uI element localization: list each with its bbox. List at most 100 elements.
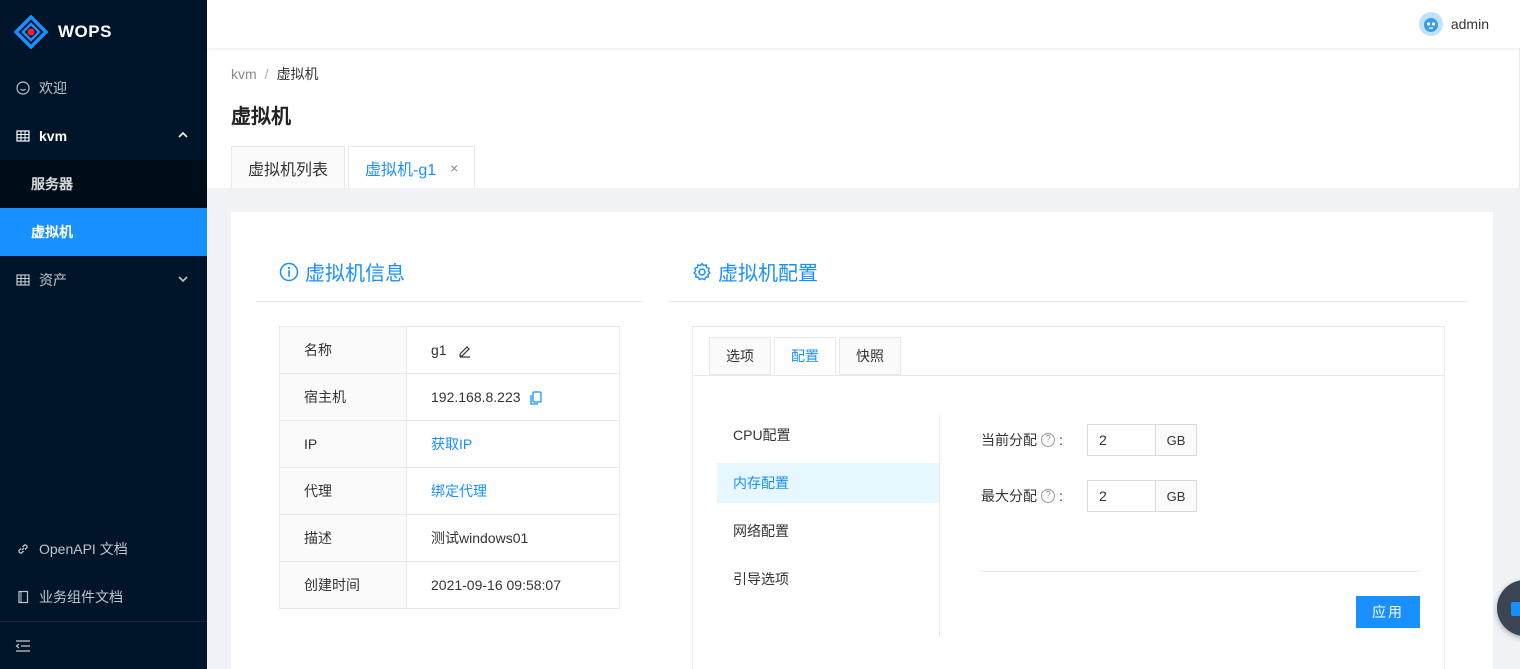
- tab-vm-g1[interactable]: 虚拟机-g1 ×: [348, 146, 476, 188]
- input-group: GB: [1087, 480, 1197, 512]
- table-row: 名称 g1: [279, 326, 620, 374]
- book-icon: [15, 589, 31, 605]
- menu-item-label: CPU配置: [733, 427, 791, 443]
- menu-item-label: 网络配置: [733, 523, 789, 539]
- info-value-host: 192.168.8.223: [406, 373, 620, 421]
- tab-label: 快照: [856, 348, 884, 364]
- app-name: WOPS: [58, 22, 112, 41]
- bind-proxy-link[interactable]: 绑定代理: [406, 467, 620, 515]
- max-label: 最大分配: [981, 488, 1037, 504]
- vm-info-title: 虚拟机信息: [279, 257, 405, 286]
- info-circle-icon: [279, 262, 299, 281]
- divider: [980, 571, 1420, 572]
- tab-label: 配置: [791, 348, 819, 364]
- tab-bar-line: [693, 375, 1444, 376]
- sidebar-item-label: OpenAPI 文档: [39, 541, 128, 557]
- gear-icon: [693, 262, 711, 280]
- sidebar-item-servers[interactable]: 服务器: [0, 160, 207, 208]
- edit-icon[interactable]: [458, 344, 472, 358]
- menu-item-label: 内存配置: [733, 475, 789, 491]
- tab-vm-list[interactable]: 虚拟机列表: [231, 146, 346, 188]
- table-row: 宿主机 192.168.8.223: [279, 373, 620, 421]
- tab-label: 选项: [726, 348, 754, 364]
- info-key: 代理: [279, 467, 407, 515]
- tab-label: 虚拟机-g1: [365, 161, 437, 179]
- tab-snapshot[interactable]: 快照: [839, 337, 901, 375]
- content-card: 虚拟机信息 名称 g1 宿主机 192.168.8.223 IP 获取IP 代理…: [231, 212, 1493, 669]
- tab-options[interactable]: 选项: [709, 337, 771, 375]
- page-title: 虚拟机: [231, 106, 291, 128]
- breadcrumb-current: 虚拟机: [276, 66, 319, 82]
- divider: [256, 301, 643, 302]
- tab-label: 虚拟机列表: [248, 161, 329, 179]
- sidebar: WOPS 欢迎 kvm 服务器 虚拟机 资产 OpenAPI 文档 业务组件文档: [0, 0, 207, 669]
- sidebar-item-vms[interactable]: 虚拟机: [0, 208, 207, 256]
- close-icon[interactable]: ×: [450, 160, 458, 176]
- menu-item-memory-config[interactable]: 内存配置: [717, 463, 939, 503]
- tab-config[interactable]: 配置: [774, 337, 836, 375]
- info-value-created-at: 2021-09-16 09:58:07: [406, 561, 620, 609]
- menu-item-network-config[interactable]: 网络配置: [717, 511, 939, 551]
- page-tabs: 虚拟机列表 虚拟机-g1 ×: [231, 146, 478, 188]
- floating-button-icon: [1511, 602, 1520, 616]
- breadcrumb-separator: /: [264, 66, 269, 82]
- chevron-down-icon: [178, 276, 188, 283]
- divider: [668, 301, 1468, 302]
- input-group: GB: [1087, 424, 1197, 456]
- sidebar-item-welcome[interactable]: 欢迎: [0, 64, 207, 112]
- table-icon: [15, 128, 31, 144]
- question-circle-icon[interactable]: ?: [1041, 489, 1055, 503]
- table-row: IP 获取IP: [279, 420, 620, 468]
- sidebar-item-component-docs[interactable]: 业务组件文档: [0, 573, 207, 621]
- get-ip-link[interactable]: 获取IP: [406, 420, 620, 468]
- info-key: 描述: [279, 514, 407, 562]
- sidebar-item-assets[interactable]: 资产: [0, 256, 207, 304]
- apply-button[interactable]: 应用: [1356, 596, 1420, 628]
- vm-name: g1: [431, 341, 447, 358]
- sidebar-item-label: kvm: [39, 128, 68, 144]
- menu-fold-icon: [15, 639, 30, 652]
- menu-item-boot-options[interactable]: 引导选项: [717, 559, 939, 599]
- sidebar-item-label: 服务器: [31, 176, 73, 192]
- section-title-text: 虚拟机配置: [718, 263, 818, 285]
- info-key: 名称: [279, 326, 407, 374]
- host-ip: 192.168.8.223: [431, 388, 521, 405]
- link-icon: [15, 541, 31, 557]
- form-label: 当前分配 ? :: [981, 430, 1087, 450]
- sidebar-collapse-button[interactable]: [0, 621, 207, 669]
- menu-item-cpu-config[interactable]: CPU配置: [717, 415, 939, 455]
- label-colon: :: [1059, 488, 1063, 504]
- unit-addon: GB: [1156, 424, 1197, 456]
- vm-info-table: 名称 g1 宿主机 192.168.8.223 IP 获取IP 代理 绑定代理 …: [279, 326, 620, 609]
- copy-icon[interactable]: [529, 391, 543, 405]
- config-tabs: 选项 配置 快照: [709, 337, 904, 375]
- sidebar-item-kvm[interactable]: kvm: [0, 112, 207, 160]
- current-label: 当前分配: [981, 432, 1037, 448]
- sidebar-item-label: 欢迎: [39, 80, 67, 96]
- sidebar-item-openapi-docs[interactable]: OpenAPI 文档: [0, 525, 207, 573]
- floating-action-button[interactable]: [1497, 580, 1520, 636]
- menu-item-label: 引导选项: [733, 571, 789, 587]
- max-memory-input[interactable]: [1087, 480, 1156, 512]
- vm-config-panel: 选项 配置 快照 CPU配置 内存配置 网络配置 引导选项 当前分配 ?: 2…: [692, 326, 1445, 669]
- username: admin: [1450, 16, 1489, 32]
- table-row: 描述 测试windows01: [279, 514, 620, 562]
- question-circle-icon[interactable]: ?: [1041, 433, 1055, 447]
- smile-icon: [15, 80, 31, 96]
- info-value-name: g1: [406, 326, 620, 374]
- sidebar-bottom-links: OpenAPI 文档 业务组件文档: [0, 525, 207, 621]
- breadcrumb-root[interactable]: kvm: [231, 66, 257, 82]
- avatar: [1418, 12, 1443, 36]
- sidebar-item-label: 资产: [39, 272, 67, 288]
- page-header: kvm / 虚拟机 虚拟机 虚拟机列表 虚拟机-g1 ×: [207, 48, 1520, 188]
- table-row: 代理 绑定代理: [279, 467, 620, 515]
- user-menu[interactable]: admin: [1418, 12, 1489, 36]
- table-row: 创建时间 2021-09-16 09:58:07: [279, 561, 620, 609]
- wops-logo-icon: [14, 15, 48, 49]
- table-icon: [15, 272, 31, 288]
- logo[interactable]: WOPS: [0, 0, 207, 64]
- form-label: 最大分配 ? :: [981, 486, 1087, 506]
- vm-config-title: 虚拟机配置: [692, 257, 818, 286]
- section-title-text: 虚拟机信息: [305, 263, 405, 285]
- current-memory-input[interactable]: [1087, 424, 1156, 456]
